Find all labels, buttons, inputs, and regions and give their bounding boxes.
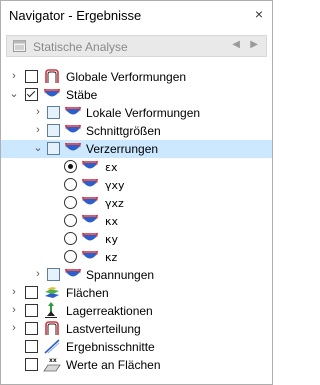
checkbox[interactable]	[47, 124, 60, 137]
checkbox[interactable]	[47, 106, 60, 119]
tree-item-label: Lastverteilung	[66, 322, 141, 336]
tree-item-label: Verzerrungen	[86, 142, 159, 156]
tree-item-label: Lagerreaktionen	[66, 304, 153, 318]
tree-item-label: Schnittgrößen	[86, 124, 161, 138]
result-section-icon	[44, 339, 60, 354]
tree-item-label: Globale Verformungen	[66, 70, 187, 84]
expand-icon[interactable]: ›	[33, 106, 43, 118]
tree-item-verzerrungen[interactable]: ⌄ Verzerrungen	[1, 140, 272, 158]
close-button[interactable]: ×	[255, 7, 263, 21]
tree-item-label: κx	[105, 215, 118, 228]
analysis-type-dropdown[interactable]: Statische Analyse ◀ ▶	[6, 35, 267, 57]
tree-item-spannungen[interactable]: › Spannungen	[1, 266, 272, 284]
radio-button[interactable]	[64, 196, 77, 209]
previous-arrow-icon[interactable]: ◀	[232, 39, 240, 50]
checkbox[interactable]	[25, 70, 38, 83]
checkbox[interactable]	[25, 340, 38, 353]
tree-item-lagerreaktionen[interactable]: › Lagerreaktionen	[1, 302, 272, 320]
expand-icon[interactable]: ›	[9, 304, 19, 316]
radio-button[interactable]	[64, 160, 77, 173]
member-icon	[82, 233, 98, 241]
radio-button[interactable]	[64, 250, 77, 263]
checkbox[interactable]	[25, 322, 38, 335]
tree-item-label: Ergebnisschnitte	[66, 340, 155, 354]
expand-icon[interactable]: ›	[9, 322, 19, 334]
tree-item-strain-kx[interactable]: κx	[1, 212, 272, 230]
dropdown-value: Statische Analyse	[33, 40, 128, 54]
checkbox[interactable]	[47, 268, 60, 281]
tree-item-label: εx	[105, 161, 118, 174]
radio-button[interactable]	[64, 214, 77, 227]
member-icon	[82, 161, 98, 169]
tree-item-label: Flächen	[66, 286, 109, 300]
checkbox[interactable]	[47, 142, 60, 155]
panel-title: Navigator - Ergebnisse	[9, 8, 142, 23]
tree-item-strain-gxy[interactable]: γxy	[1, 176, 272, 194]
collapse-icon[interactable]: ⌄	[33, 142, 43, 154]
radio-button[interactable]	[64, 178, 77, 191]
tree-item-lokale-verformungen[interactable]: › Lokale Verformungen	[1, 104, 272, 122]
member-icon	[82, 197, 98, 205]
tree-item-staebe[interactable]: ⌄ Stäbe	[1, 86, 272, 104]
surface-icon	[45, 287, 59, 298]
expand-icon[interactable]: ›	[33, 268, 43, 280]
support-reaction-icon	[45, 302, 57, 318]
load-distribution-icon	[45, 321, 59, 335]
title-bar: Navigator - Ergebnisse ×	[1, 1, 272, 29]
tree-item-label: κz	[105, 251, 118, 264]
tree-item-label: γxy	[105, 179, 125, 192]
navigator-panel: Navigator - Ergebnisse × Statische Analy…	[0, 0, 273, 385]
member-icon	[82, 179, 98, 187]
tree-item-werte-an-flaechen[interactable]: xx Werte an Flächen	[1, 356, 272, 374]
member-icon	[44, 89, 60, 97]
expand-icon[interactable]: ›	[9, 70, 19, 82]
member-icon	[65, 269, 81, 277]
tree-item-strain-kz[interactable]: κz	[1, 248, 272, 266]
tree-item-label: Werte an Flächen	[66, 358, 161, 372]
member-icon	[65, 143, 81, 151]
tree-item-ergebnisschnitte[interactable]: Ergebnisschnitte	[1, 338, 272, 356]
checkbox[interactable]	[25, 358, 38, 371]
deformation-icon	[45, 69, 59, 83]
checkbox[interactable]	[25, 304, 38, 317]
member-icon	[82, 215, 98, 223]
tree-item-schnittgroessen[interactable]: › Schnittgrößen	[1, 122, 272, 140]
tree-item-lastverteilung[interactable]: › Lastverteilung	[1, 320, 272, 338]
tree-item-label: κy	[105, 233, 118, 246]
checkbox[interactable]	[25, 88, 38, 101]
tree-item-flaechen[interactable]: › Flächen	[1, 284, 272, 302]
surface-values-icon: xx	[43, 357, 61, 372]
tree-item-globale-verformungen[interactable]: › Globale Verformungen	[1, 68, 272, 86]
svg-text:xx: xx	[49, 357, 57, 364]
tree-item-label: γxz	[105, 197, 124, 210]
tree-item-label: Lokale Verformungen	[86, 106, 201, 120]
member-icon	[65, 125, 81, 133]
member-icon	[82, 251, 98, 259]
tree-item-label: Stäbe	[66, 88, 98, 102]
member-icon	[65, 107, 81, 115]
tree-item-strain-ky[interactable]: κy	[1, 230, 272, 248]
tree-item-strain-ex[interactable]: εx	[1, 158, 272, 176]
expand-icon[interactable]: ›	[33, 124, 43, 136]
tree-item-label: Spannungen	[86, 268, 155, 282]
radio-button[interactable]	[64, 232, 77, 245]
expand-icon[interactable]: ›	[9, 286, 19, 298]
next-arrow-icon[interactable]: ▶	[250, 39, 258, 50]
collapse-icon[interactable]: ⌄	[9, 88, 19, 100]
analysis-icon	[13, 40, 26, 52]
tree-item-strain-gxz[interactable]: γxz	[1, 194, 272, 212]
checkbox[interactable]	[25, 286, 38, 299]
